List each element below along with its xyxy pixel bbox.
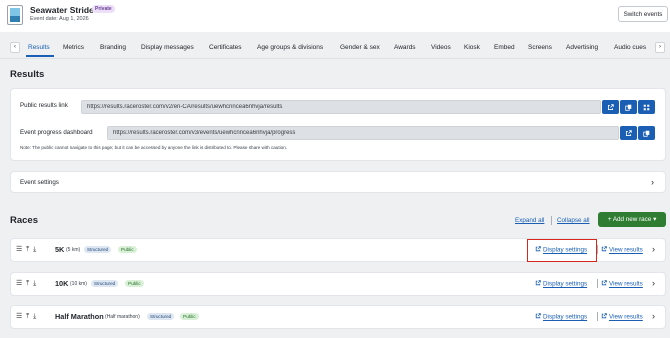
move-down-icon[interactable]: ⤓: [33, 246, 36, 253]
race-name: 5K: [55, 245, 65, 254]
chevron-right-icon[interactable]: ›: [652, 245, 655, 254]
tab-display-messages[interactable]: Display messages: [141, 44, 194, 51]
tab-certificates[interactable]: Certificates: [209, 44, 242, 51]
tab-kiosk[interactable]: Kiosk: [464, 44, 480, 51]
public-results-label: Public results link: [20, 102, 68, 109]
external-link-icon[interactable]: [620, 126, 637, 140]
tab-screens[interactable]: Screens: [528, 44, 552, 51]
public-tag: Public: [125, 280, 144, 287]
link-divider: [597, 279, 598, 288]
privacy-note: Note: The public cannot navigate to this…: [20, 145, 288, 150]
expand-all-link[interactable]: Expand all: [515, 217, 544, 224]
drag-handle-icon[interactable]: ☰: [16, 280, 22, 287]
tab-gender-sex[interactable]: Gender & sex: [340, 44, 380, 51]
external-link-icon[interactable]: [602, 100, 619, 114]
move-to-top-icon[interactable]: ⤒: [26, 313, 29, 320]
qr-code-icon[interactable]: [638, 100, 655, 114]
races-title: Races: [10, 215, 38, 226]
display-settings-link[interactable]: Display settings: [535, 313, 587, 321]
results-links-card: [10, 88, 666, 161]
tab-audio-cues[interactable]: Audio cues: [614, 44, 646, 51]
collapse-all-link[interactable]: Collapse all: [557, 217, 590, 224]
tab-branding[interactable]: Branding: [100, 44, 126, 51]
external-link-icon: [601, 313, 607, 319]
view-results-link[interactable]: View results: [601, 280, 643, 288]
display-settings-link[interactable]: Display settings: [535, 280, 587, 288]
drag-handle-icon[interactable]: ☰: [16, 313, 22, 320]
privacy-badge: Private: [92, 5, 115, 13]
view-results-link[interactable]: View results: [601, 313, 643, 321]
tab-advertising[interactable]: Advertising: [566, 44, 598, 51]
tab-results[interactable]: Results: [28, 44, 50, 51]
external-link-icon: [601, 246, 607, 252]
chevron-right-icon[interactable]: ›: [651, 178, 654, 187]
structured-tag: Structured: [147, 313, 175, 320]
move-down-icon[interactable]: ⤓: [33, 280, 36, 287]
chevron-right-icon[interactable]: ›: [652, 312, 655, 321]
external-link-icon: [535, 280, 541, 286]
race-distance: (5 km): [66, 247, 81, 253]
move-to-top-icon[interactable]: ⤒: [26, 280, 29, 287]
race-name: 10K: [55, 279, 69, 288]
move-to-top-icon[interactable]: ⤒: [26, 246, 29, 253]
copy-icon[interactable]: [638, 126, 655, 140]
public-tag: Public: [118, 246, 137, 253]
copy-icon[interactable]: [620, 100, 637, 114]
tab-videos[interactable]: Videos: [431, 44, 451, 51]
highlight-box: [527, 239, 597, 262]
link-divider: [597, 245, 598, 254]
tab-metrics[interactable]: Metrics: [63, 44, 84, 51]
event-settings-row[interactable]: [10, 171, 666, 193]
chevron-left-icon[interactable]: ‹: [10, 42, 20, 53]
public-tag: Public: [180, 313, 199, 320]
view-results-link[interactable]: View results: [601, 246, 643, 254]
structured-tag: Structured: [84, 246, 112, 253]
race-distance: (Half marathon): [105, 314, 140, 320]
public-results-link-field[interactable]: [81, 100, 601, 114]
event-logo: [7, 5, 23, 25]
race-row-controls: ☰ ⤒ ⤓: [16, 279, 36, 288]
add-new-race-button[interactable]: + Add new race ▾: [598, 212, 666, 227]
switch-events-button[interactable]: Switch events: [618, 6, 668, 22]
race-distance: (10 km): [70, 281, 87, 287]
tab-awards[interactable]: Awards: [394, 44, 416, 51]
tab-embed[interactable]: Embed: [494, 44, 515, 51]
drag-handle-icon[interactable]: ☰: [16, 246, 22, 253]
move-down-icon[interactable]: ⤓: [33, 313, 36, 320]
race-row-controls: ☰ ⤒ ⤓: [16, 312, 36, 321]
top-header: Seawater Stride Private Event date: Aug …: [0, 0, 670, 32]
link-divider: [597, 312, 598, 321]
tab-divider: [0, 58, 670, 59]
event-settings-label: Event settings: [20, 179, 59, 186]
structured-tag: Structured: [91, 280, 119, 287]
external-link-icon: [535, 313, 541, 319]
event-name: Seawater Stride: [30, 5, 94, 15]
link-divider: [551, 216, 552, 225]
race-name: Half Marathon: [55, 312, 104, 321]
page-title: Results: [10, 69, 45, 80]
progress-dashboard-link-field[interactable]: [107, 126, 619, 140]
event-date: Event date: Aug 1, 2026: [30, 16, 89, 22]
chevron-right-icon[interactable]: ›: [655, 42, 665, 53]
external-link-icon: [601, 280, 607, 286]
tab-bar: ‹ Results Metrics Branding Display messa…: [0, 36, 670, 59]
tab-age-groups-divisions[interactable]: Age groups & divisions: [257, 44, 323, 51]
caret-down-icon: ▾: [653, 216, 657, 223]
progress-dashboard-label: Event progress dashboard: [20, 129, 93, 136]
active-tab-indicator: [26, 55, 54, 57]
race-row-controls: ☰ ⤒ ⤓: [16, 245, 36, 254]
chevron-right-icon[interactable]: ›: [652, 279, 655, 288]
